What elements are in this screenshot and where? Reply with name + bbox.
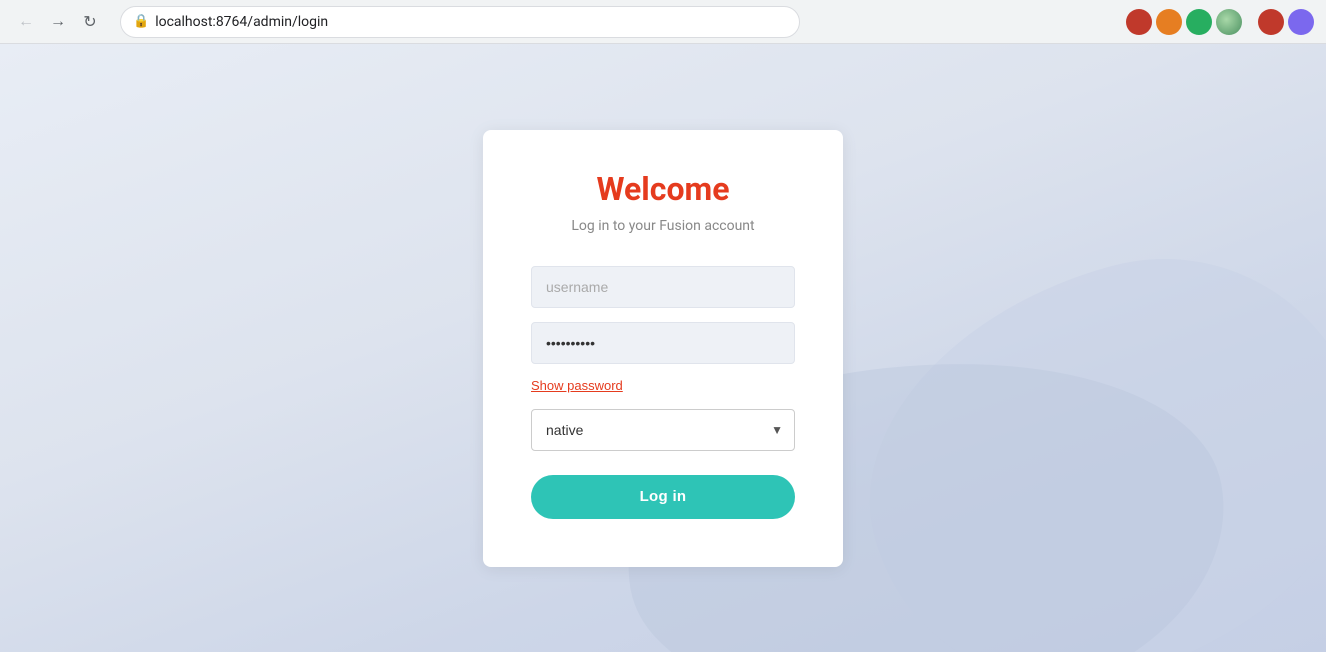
url-text: localhost:8764/admin/login <box>155 14 328 30</box>
profile-circle-6 <box>1288 9 1314 35</box>
card-title: Welcome <box>531 170 795 208</box>
username-input[interactable] <box>531 266 795 308</box>
profile-avatar <box>1216 9 1242 35</box>
address-bar[interactable]: 🔒 localhost:8764/admin/login <box>120 6 800 38</box>
login-card: Welcome Log in to your Fusion account Sh… <box>483 130 843 567</box>
profile-circle-2 <box>1156 9 1182 35</box>
page-background: Welcome Log in to your Fusion account Sh… <box>0 44 1326 652</box>
browser-actions <box>1126 9 1314 35</box>
auth-method-wrapper: native ldap saml ▼ <box>531 409 795 451</box>
card-subtitle: Log in to your Fusion account <box>531 218 795 234</box>
password-input[interactable] <box>531 322 795 364</box>
reload-button[interactable]: ↻ <box>76 8 104 36</box>
show-password-button[interactable]: Show password <box>531 378 623 393</box>
browser-chrome: ← → ↻ 🔒 localhost:8764/admin/login <box>0 0 1326 44</box>
auth-method-select[interactable]: native ldap saml <box>531 409 795 451</box>
profile-circle-1 <box>1126 9 1152 35</box>
back-button[interactable]: ← <box>12 8 40 36</box>
login-button[interactable]: Log in <box>531 475 795 519</box>
profile-circle-3 <box>1186 9 1212 35</box>
lock-icon: 🔒 <box>133 14 149 29</box>
nav-buttons: ← → ↻ <box>12 8 104 36</box>
forward-button[interactable]: → <box>44 8 72 36</box>
profile-circle-5 <box>1258 9 1284 35</box>
